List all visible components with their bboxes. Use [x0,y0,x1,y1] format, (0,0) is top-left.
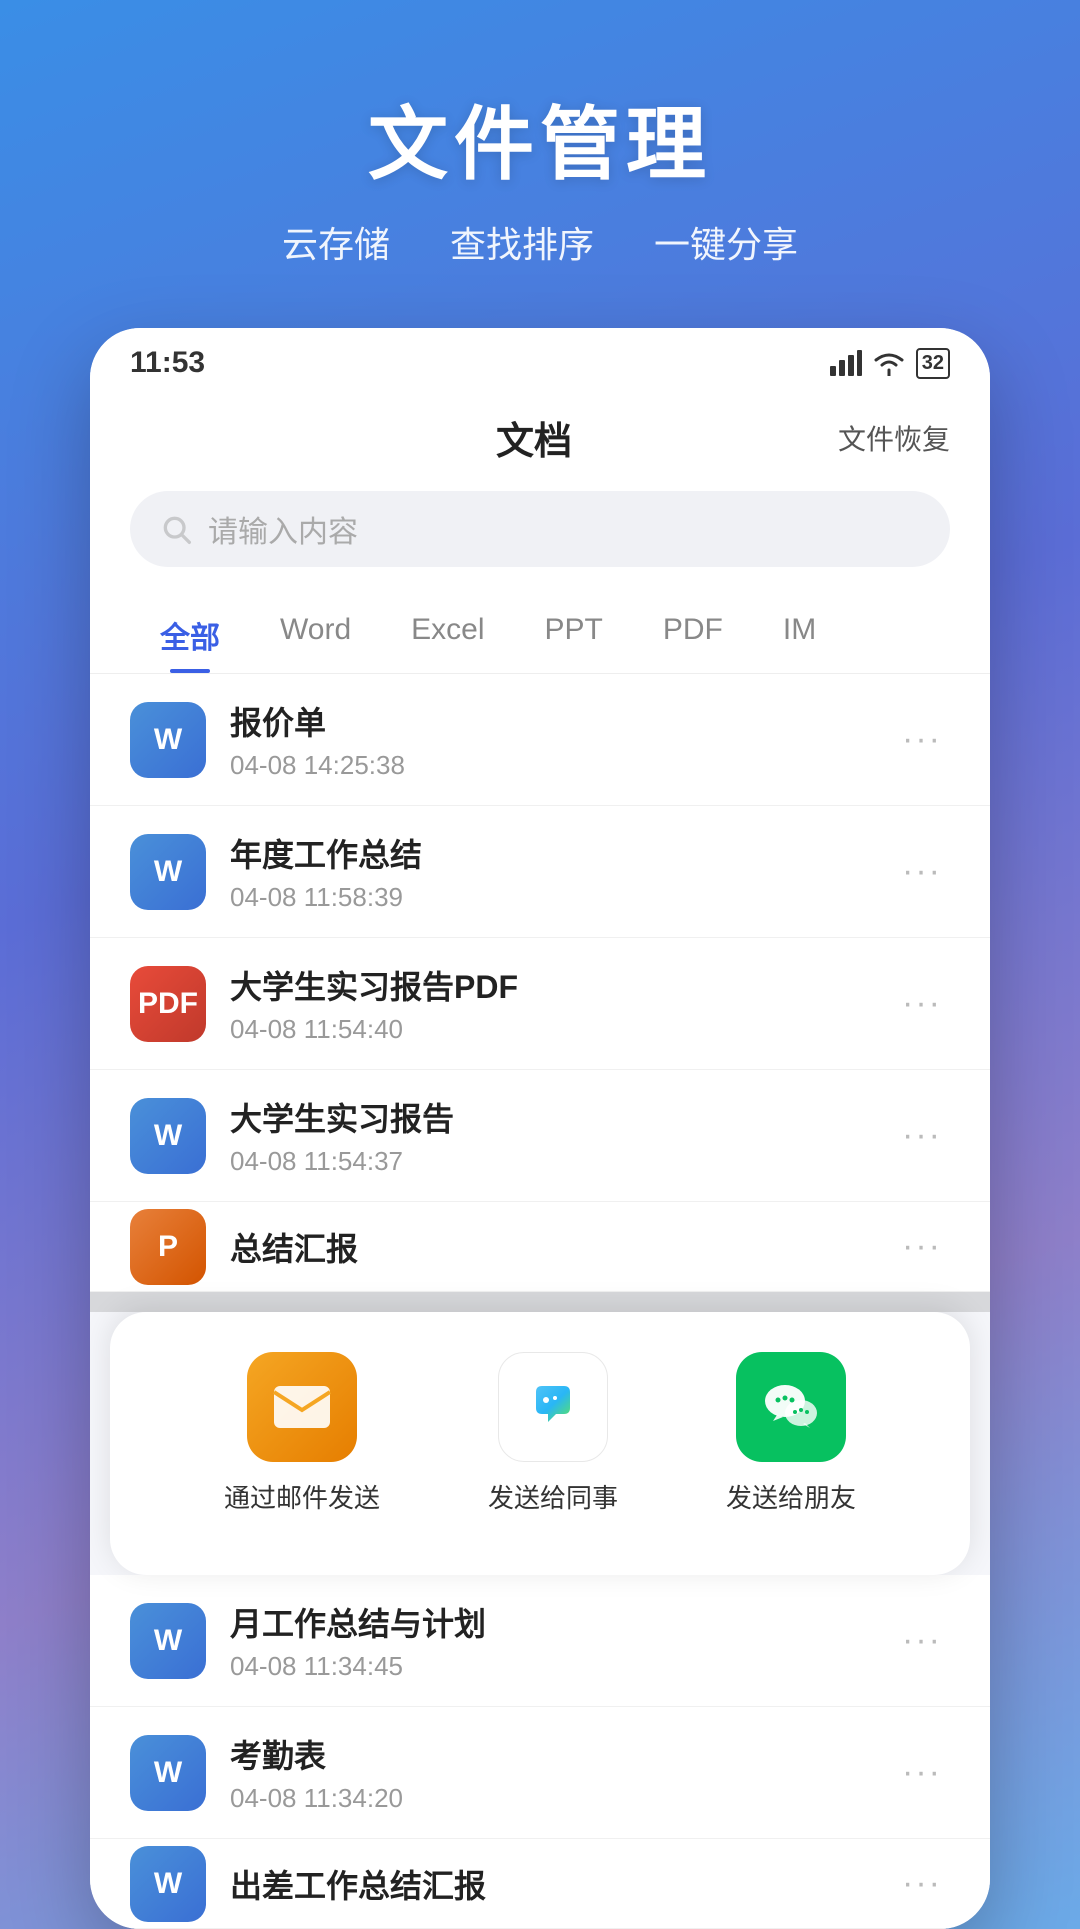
file-more-7[interactable]: ··· [894,1864,950,1903]
file-more-1[interactable]: ··· [894,852,950,891]
battery-icon: 32 [916,348,950,379]
file-name-2: 大学生实习报告PDF [230,962,870,1008]
file-info-2: 大学生实习报告PDF 04-08 11:54:40 [230,962,870,1045]
status-bar: 11:53 32 [90,328,990,390]
file-more-3[interactable]: ··· [894,1116,950,1155]
file-date-0: 04-08 14:25:38 [230,750,870,781]
file-icon-pdf: PDF [130,966,206,1042]
file-info-7: 出差工作总结汇报 [230,1861,870,1907]
tab-all[interactable]: 全部 [130,597,250,673]
file-name-1: 年度工作总结 [230,830,870,876]
file-name-5: 月工作总结与计划 [230,1599,870,1645]
tab-word[interactable]: Word [250,597,381,673]
subtitle-item-2: 查找排序 [450,216,594,268]
file-icon-word-1: W [130,834,206,910]
header-subtitle: 云存储 查找排序 一键分享 [0,216,1080,268]
file-more-0[interactable]: ··· [894,720,950,759]
file-name-7: 出差工作总结汇报 [230,1861,870,1907]
file-date-2: 04-08 11:54:40 [230,1014,870,1045]
share-popup: 通过邮件发送 [110,1312,970,1575]
search-input[interactable]: 请输入内容 [208,507,358,551]
file-icon-word-5: W [130,1603,206,1679]
share-item-email[interactable]: 通过邮件发送 [224,1352,380,1515]
file-info-6: 考勤表 04-08 11:34:20 [230,1731,870,1814]
file-icon-word-3: W [130,1098,206,1174]
app-header: 文档 文件恢复 [90,390,990,475]
tab-im[interactable]: IM [753,597,846,673]
tab-excel[interactable]: Excel [381,597,514,673]
file-info-0: 报价单 04-08 14:25:38 [230,698,870,781]
file-name-0: 报价单 [230,698,870,744]
share-popup-wrapper: 通过邮件发送 [90,1292,990,1575]
file-more-5[interactable]: ··· [894,1621,950,1660]
file-more-6[interactable]: ··· [894,1753,950,1792]
file-icon-word-6: W [130,1735,206,1811]
wechat-share-icon [736,1352,846,1462]
tabs-bar: 全部 Word Excel PPT PDF IM [90,587,990,674]
file-more-4[interactable]: ··· [894,1227,950,1266]
file-name-6: 考勤表 [230,1731,870,1777]
file-item-7[interactable]: W 出差工作总结汇报 ··· [90,1839,990,1929]
file-date-1: 04-08 11:58:39 [230,882,870,913]
colleague-share-label: 发送给同事 [488,1478,618,1515]
file-list: W 报价单 04-08 14:25:38 ··· W 年度工作总结 04-08 … [90,674,990,1292]
email-share-icon [247,1352,357,1462]
file-icon-ppt: P [130,1209,206,1285]
file-item-6[interactable]: W 考勤表 04-08 11:34:20 ··· [90,1707,990,1839]
battery-level: 32 [922,352,944,375]
share-item-colleague[interactable]: 发送给同事 [488,1352,618,1515]
file-date-6: 04-08 11:34:20 [230,1783,870,1814]
file-icon-word-7: W [130,1846,206,1922]
file-more-2[interactable]: ··· [894,984,950,1023]
tab-ppt[interactable]: PPT [515,597,633,673]
share-item-wechat[interactable]: 发送给朋友 [726,1352,856,1515]
status-time: 11:53 [130,346,205,380]
page-title: 文件管理 [0,80,1080,196]
status-icons: 32 [830,348,950,379]
wechat-icon [755,1371,827,1443]
colleague-share-icon [498,1352,608,1462]
file-item-0[interactable]: W 报价单 04-08 14:25:38 ··· [90,674,990,806]
file-date-3: 04-08 11:54:37 [230,1146,870,1177]
file-item-5[interactable]: W 月工作总结与计划 04-08 11:34:45 ··· [90,1575,990,1707]
overlay-top [90,1292,990,1312]
subtitle-item-3: 一键分享 [654,216,798,268]
signal-icon [830,350,862,376]
app-title: 文档 [496,410,572,465]
file-icon-word: W [130,702,206,778]
email-share-label: 通过邮件发送 [224,1478,380,1515]
file-item-4[interactable]: P 总结汇报 ··· [90,1202,990,1292]
file-item-3[interactable]: W 大学生实习报告 04-08 11:54:37 ··· [90,1070,990,1202]
wechat-share-label: 发送给朋友 [726,1478,856,1515]
tab-pdf[interactable]: PDF [633,597,753,673]
file-info-4: 总结汇报 [230,1224,870,1270]
file-info-1: 年度工作总结 04-08 11:58:39 [230,830,870,913]
wifi-icon [872,350,906,376]
search-area: 请输入内容 [90,475,990,587]
file-item-1[interactable]: W 年度工作总结 04-08 11:58:39 ··· [90,806,990,938]
search-icon [160,513,192,545]
file-info-3: 大学生实习报告 04-08 11:54:37 [230,1094,870,1177]
colleague-icon [518,1372,588,1442]
search-bar[interactable]: 请输入内容 [130,491,950,567]
file-restore-button[interactable]: 文件恢复 [838,418,950,458]
subtitle-item-1: 云存储 [282,216,390,268]
file-name-3: 大学生实习报告 [230,1094,870,1140]
envelope-icon [272,1382,332,1432]
file-name-4: 总结汇报 [230,1224,870,1270]
file-list-bottom: W 月工作总结与计划 04-08 11:34:45 ··· W 考勤表 04-0… [90,1575,990,1929]
page-header: 文件管理 云存储 查找排序 一键分享 [0,0,1080,288]
file-item-2[interactable]: PDF 大学生实习报告PDF 04-08 11:54:40 ··· [90,938,990,1070]
file-date-5: 04-08 11:34:45 [230,1651,870,1682]
phone-mockup: 11:53 32 文档 文件恢复 [90,328,990,1929]
file-info-5: 月工作总结与计划 04-08 11:34:45 [230,1599,870,1682]
